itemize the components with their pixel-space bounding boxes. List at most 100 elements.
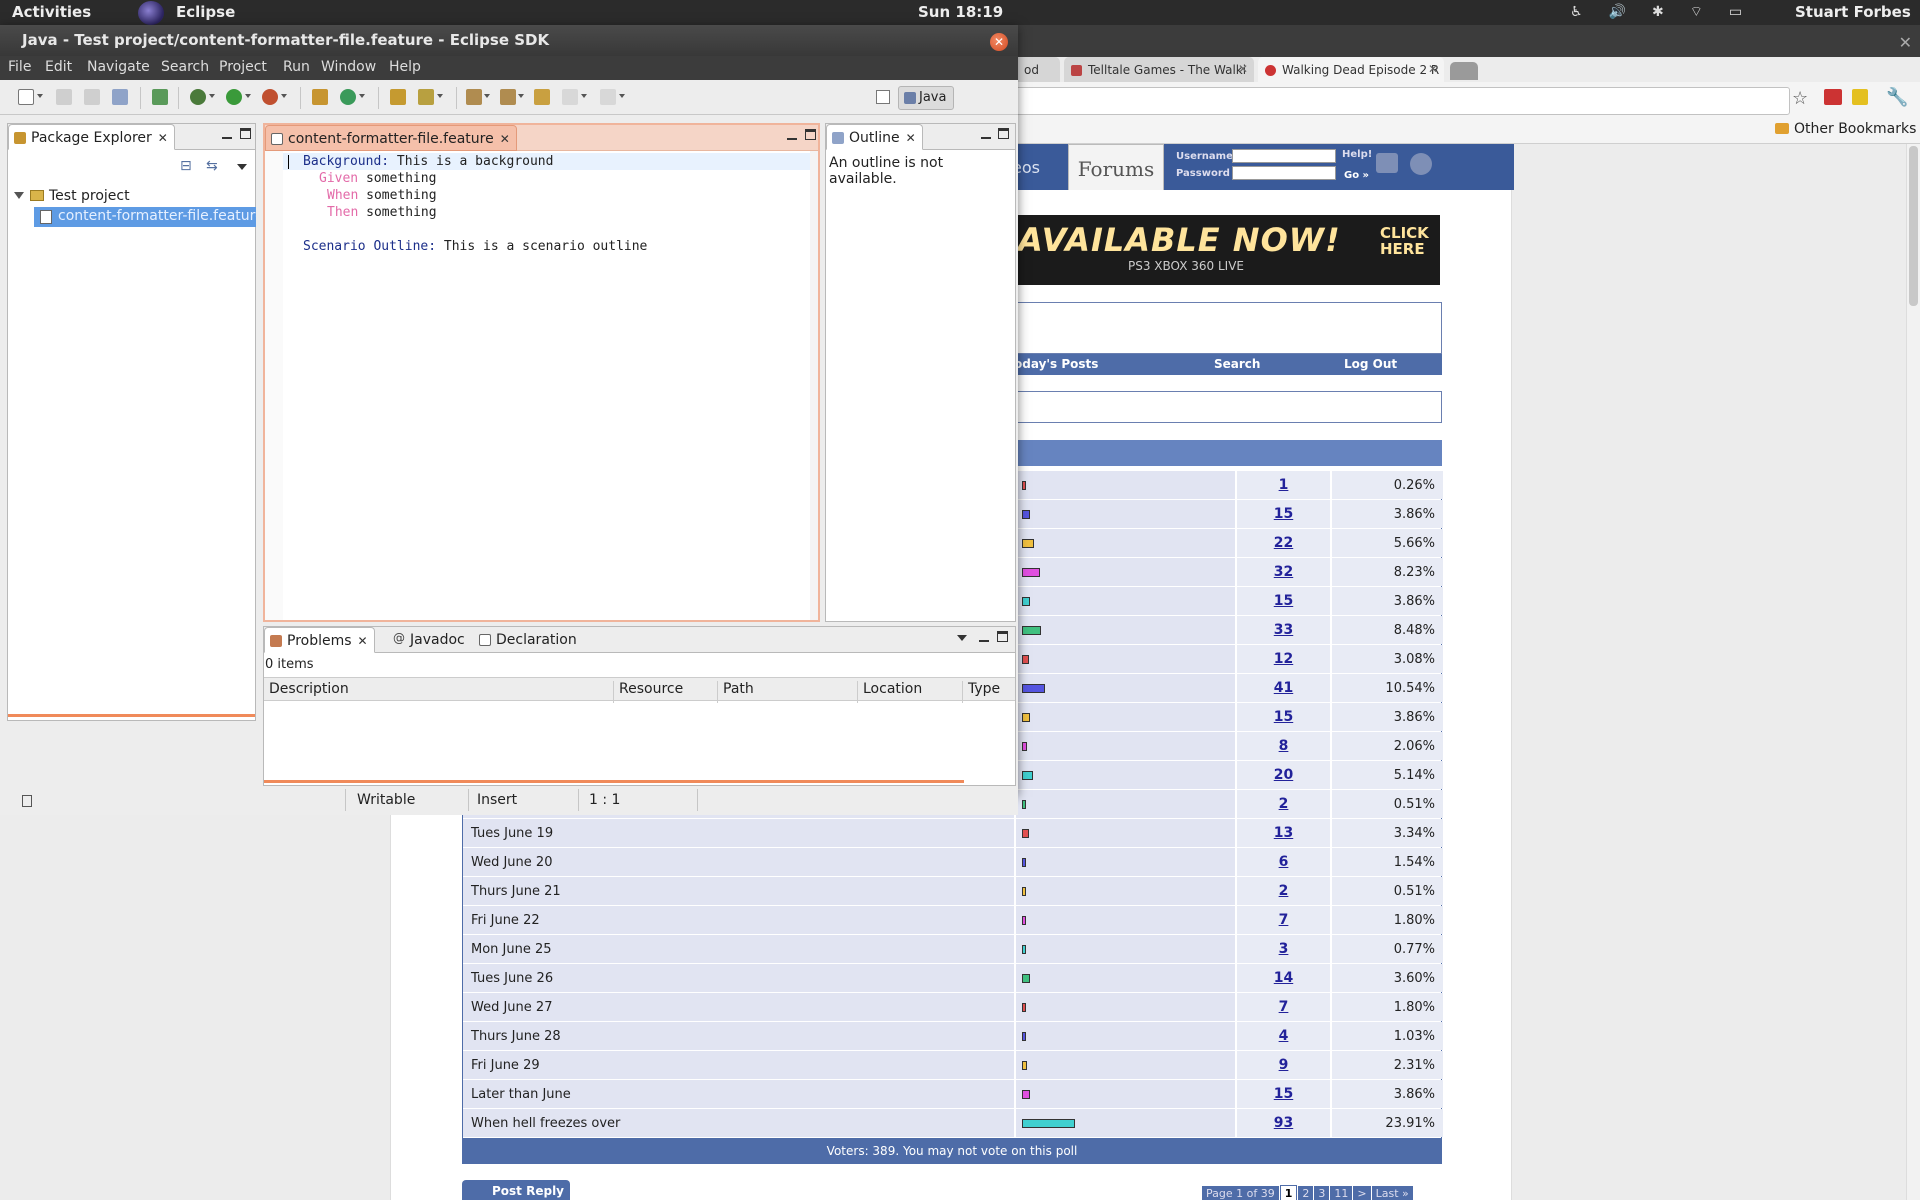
back-icon[interactable] xyxy=(562,89,578,105)
system-tray[interactable]: ♿🔊✱⌔▭ xyxy=(1570,3,1768,21)
poll-votes-link[interactable]: 15 xyxy=(1237,500,1331,528)
poll-votes-link[interactable]: 7 xyxy=(1237,993,1331,1021)
new-java-class-icon[interactable] xyxy=(340,89,356,105)
poll-votes-link[interactable]: 6 xyxy=(1237,848,1331,876)
tab-outline[interactable]: Outline ✕ xyxy=(826,124,923,150)
window-close-button[interactable]: ✕ xyxy=(990,33,1008,51)
debug-icon[interactable] xyxy=(190,89,206,105)
column-description[interactable]: Description xyxy=(264,681,349,703)
poll-votes-link[interactable]: 15 xyxy=(1237,703,1331,731)
link-with-editor-icon[interactable]: ⇆ xyxy=(206,158,218,174)
maximize-icon[interactable] xyxy=(998,128,1009,139)
dropdown-icon[interactable] xyxy=(359,94,365,98)
column-resource[interactable]: Resource xyxy=(613,681,683,703)
maximize-icon[interactable] xyxy=(997,631,1008,642)
dropdown-icon[interactable] xyxy=(37,94,43,98)
page-link[interactable]: 1 xyxy=(1279,1185,1298,1200)
browser-close-icon[interactable]: ✕ xyxy=(1899,33,1912,52)
activities-button[interactable]: Activities xyxy=(12,3,91,21)
address-bar[interactable] xyxy=(1010,87,1790,115)
new-icon[interactable] xyxy=(18,89,34,105)
column-path[interactable]: Path xyxy=(717,681,754,703)
menu-window[interactable]: Window xyxy=(321,59,376,75)
tab-feature-file[interactable]: content-formatter-file.feature ✕ xyxy=(265,125,517,151)
run-icon[interactable] xyxy=(226,89,242,105)
todays-posts-link[interactable]: oday's Posts xyxy=(1014,357,1098,371)
poll-votes-link[interactable]: 9 xyxy=(1237,1051,1331,1079)
poll-votes-link[interactable]: 33 xyxy=(1237,616,1331,644)
poll-votes-link[interactable]: 13 xyxy=(1237,819,1331,847)
new-java-package-icon[interactable] xyxy=(312,89,328,105)
poll-votes-link[interactable]: 41 xyxy=(1237,674,1331,702)
page-link[interactable]: 2 xyxy=(1298,1186,1314,1200)
dropdown-icon[interactable] xyxy=(437,94,443,98)
overview-ruler[interactable] xyxy=(810,151,818,620)
tab-package-explorer[interactable]: Package Explorer ✕ xyxy=(8,124,175,150)
last-page-link[interactable]: Last » xyxy=(1371,1186,1413,1200)
close-icon[interactable]: ✕ xyxy=(358,634,368,648)
minimize-icon[interactable] xyxy=(981,129,991,139)
dropdown-icon[interactable] xyxy=(209,94,215,98)
code-editor[interactable]: Background: This is a background Given s… xyxy=(265,151,818,620)
minimize-icon[interactable] xyxy=(979,632,989,642)
print-icon[interactable] xyxy=(112,89,128,105)
close-icon[interactable]: ✕ xyxy=(158,131,168,145)
save-icon[interactable] xyxy=(56,89,72,105)
tree-item-project[interactable]: Test project xyxy=(14,188,130,204)
star-icon[interactable]: ☆ xyxy=(1792,88,1808,109)
menu-run[interactable]: Run xyxy=(283,59,310,75)
collapse-all-icon[interactable]: ⊟ xyxy=(180,158,192,174)
dropdown-icon[interactable] xyxy=(245,94,251,98)
password-input[interactable] xyxy=(1232,166,1336,180)
forums-tab[interactable]: Forums xyxy=(1068,144,1164,190)
tree-item-feature-file[interactable]: content-formatter-file.feature xyxy=(34,207,256,227)
new-tab-button[interactable] xyxy=(1450,62,1478,80)
tab-declaration[interactable]: Declaration xyxy=(474,627,583,653)
menu-edit[interactable]: Edit xyxy=(45,59,72,75)
poll-votes-link[interactable]: 2 xyxy=(1237,790,1331,818)
dropdown-icon[interactable] xyxy=(518,94,524,98)
poll-votes-link[interactable]: 3 xyxy=(1237,935,1331,963)
scrollbar-thumb[interactable] xyxy=(1909,146,1918,306)
log-out-link[interactable]: Log Out xyxy=(1344,357,1397,371)
tab-close-icon[interactable]: ✕ xyxy=(1238,62,1248,76)
view-menu-icon[interactable] xyxy=(237,164,247,170)
wrench-icon[interactable]: 🔧 xyxy=(1886,87,1908,108)
open-type-icon[interactable] xyxy=(152,89,168,105)
tab-javadoc[interactable]: @ Javadoc xyxy=(388,627,471,653)
username-input[interactable] xyxy=(1232,149,1336,163)
last-edit-location-icon[interactable] xyxy=(534,89,550,105)
gear-icon[interactable] xyxy=(1410,153,1432,175)
go-button[interactable]: Go » xyxy=(1344,170,1369,181)
next-annotation-icon[interactable] xyxy=(466,89,482,105)
poll-votes-link[interactable]: 32 xyxy=(1237,558,1331,586)
dropdown-icon[interactable] xyxy=(619,94,625,98)
poll-votes-link[interactable]: 15 xyxy=(1237,587,1331,615)
cart-icon[interactable] xyxy=(1376,153,1398,173)
view-menu-icon[interactable] xyxy=(957,635,967,641)
menu-search[interactable]: Search xyxy=(161,59,209,75)
clock[interactable]: Sun 18:19 xyxy=(918,3,1003,21)
open-perspective-icon[interactable] xyxy=(876,90,890,104)
poll-votes-link[interactable]: 2 xyxy=(1237,877,1331,905)
user-menu[interactable]: Stuart Forbes xyxy=(1795,3,1911,21)
page-scrollbar[interactable] xyxy=(1906,144,1920,1200)
poll-votes-link[interactable]: 1 xyxy=(1237,471,1331,499)
column-type[interactable]: Type xyxy=(962,681,1000,703)
page-link[interactable]: 3 xyxy=(1314,1186,1330,1200)
fast-view-icon[interactable] xyxy=(22,795,32,807)
browser-tab[interactable]: Telltale Games - The Walki ✕ xyxy=(1064,57,1254,83)
tab-close-icon[interactable]: ✕ xyxy=(1428,62,1438,76)
menu-project[interactable]: Project xyxy=(219,59,267,75)
menu-help[interactable]: Help xyxy=(389,59,421,75)
java-perspective-button[interactable]: Java xyxy=(898,86,954,110)
extension-icon[interactable] xyxy=(1824,89,1842,105)
maximize-icon[interactable] xyxy=(240,128,251,139)
column-location[interactable]: Location xyxy=(857,681,922,703)
forward-icon[interactable] xyxy=(600,89,616,105)
page-link[interactable]: 11 xyxy=(1330,1186,1353,1200)
open-folder-icon[interactable] xyxy=(390,89,406,105)
poll-votes-link[interactable]: 8 xyxy=(1237,732,1331,760)
previous-annotation-icon[interactable] xyxy=(500,89,516,105)
post-reply-button[interactable]: Post Reply xyxy=(462,1180,570,1200)
